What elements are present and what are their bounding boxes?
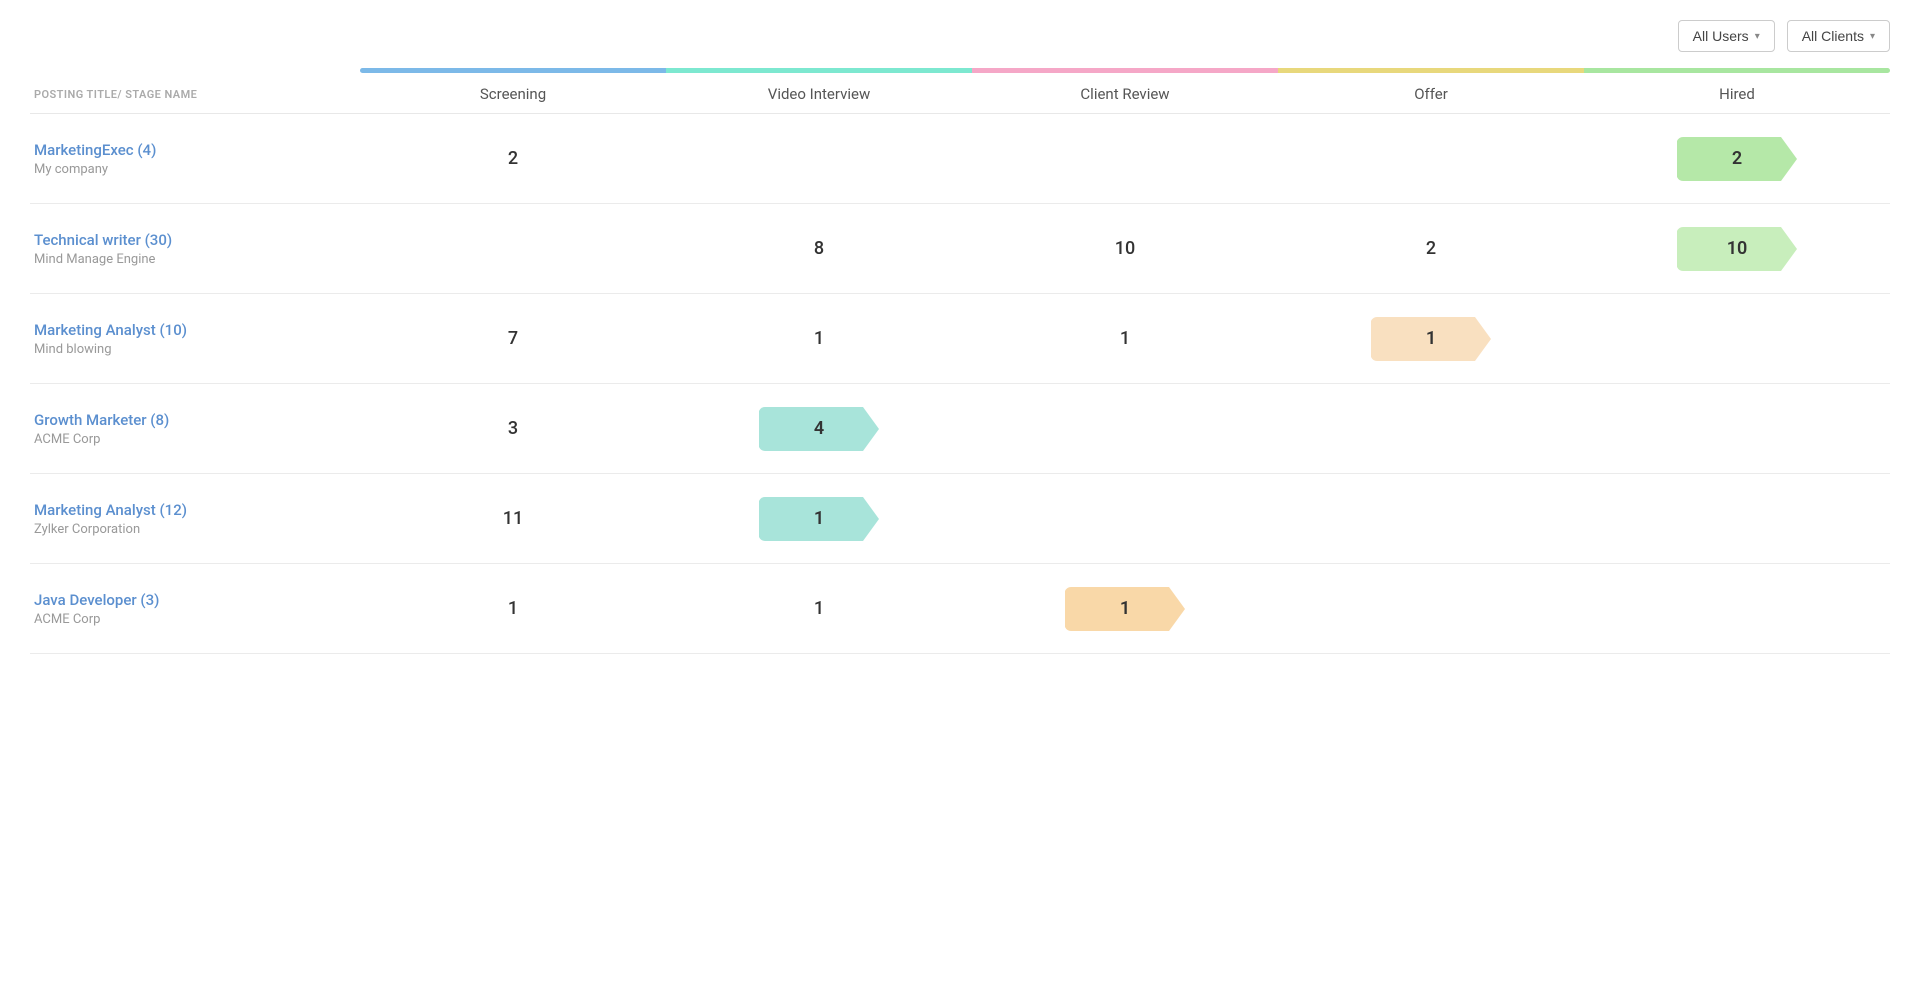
row-stage-hired: 10: [1584, 227, 1890, 271]
job-title-link[interactable]: Marketing Analyst (12): [34, 501, 187, 519]
cell-value: 2: [508, 148, 518, 169]
row-posting: Marketing Analyst (10) Mind blowing: [30, 320, 360, 357]
column-hired: Hired: [1584, 85, 1890, 103]
table-row: Marketing Analyst (10) Mind blowing 711 …: [30, 294, 1890, 384]
row-stage-video-interview: 1: [666, 328, 972, 349]
cell-value: 1: [814, 328, 824, 349]
row-stage-hired: 2: [1584, 137, 1890, 181]
table-row: Growth Marketer (8) ACME Corp 3 4: [30, 384, 1890, 474]
chevron-down-icon: ▾: [1870, 31, 1875, 42]
color-bar-client-review: [972, 68, 1278, 73]
all-users-dropdown[interactable]: All Users ▾: [1678, 20, 1775, 52]
arrow-badge[interactable]: 4: [759, 407, 879, 451]
all-clients-label: All Clients: [1802, 28, 1864, 44]
company-name: ACME Corp: [34, 612, 360, 627]
cell-value: 3: [508, 418, 518, 439]
cell-value: 1: [814, 598, 824, 619]
arrow-badge[interactable]: 1: [759, 497, 879, 541]
stage-color-bar: [360, 68, 1890, 73]
color-bar-offer: [1278, 68, 1584, 73]
badge-value: 1: [1426, 328, 1436, 349]
job-title-link[interactable]: Marketing Analyst (10): [34, 321, 187, 339]
table-row: Java Developer (3) ACME Corp 1 1 1: [30, 564, 1890, 654]
row-stage-offer: 2: [1278, 238, 1584, 259]
all-clients-dropdown[interactable]: All Clients ▾: [1787, 20, 1890, 52]
badge-value: 1: [1120, 598, 1130, 619]
job-title-link[interactable]: Java Developer (3): [34, 591, 159, 609]
company-name: Mind blowing: [34, 342, 360, 357]
row-stage-video-interview: 8: [666, 238, 972, 259]
column-client-review: Client Review: [972, 85, 1278, 103]
table-row: Technical writer (30) Mind Manage Engine…: [30, 204, 1890, 294]
row-stage-video-interview: 1: [666, 497, 972, 541]
color-bar-screening: [360, 68, 666, 73]
badge-value: 2: [1732, 148, 1742, 169]
row-posting: MarketingExec (4) My company: [30, 140, 360, 177]
all-users-label: All Users: [1693, 28, 1749, 44]
arrow-badge[interactable]: 2: [1677, 137, 1797, 181]
row-stage-video-interview: 4: [666, 407, 972, 451]
color-bar-video-interview: [666, 68, 972, 73]
company-name: Mind Manage Engine: [34, 252, 360, 267]
row-stage-screening: 1: [360, 598, 666, 619]
table-row: MarketingExec (4) My company 2 2: [30, 114, 1890, 204]
company-name: Zylker Corporation: [34, 522, 360, 537]
chevron-down-icon: ▾: [1755, 31, 1760, 42]
table-body: MarketingExec (4) My company 2 2 Technic…: [30, 114, 1890, 654]
badge-value: 4: [814, 418, 824, 439]
cell-value: 11: [503, 508, 523, 529]
row-stage-screening: 2: [360, 148, 666, 169]
job-title-link[interactable]: Technical writer (30): [34, 231, 172, 249]
company-name: My company: [34, 162, 360, 177]
row-posting: Growth Marketer (8) ACME Corp: [30, 410, 360, 447]
row-posting: Java Developer (3) ACME Corp: [30, 590, 360, 627]
row-stage-video-interview: 1: [666, 598, 972, 619]
color-bar-hired: [1584, 68, 1890, 73]
row-stage-screening: 11: [360, 508, 666, 529]
page-wrapper: All Users ▾ All Clients ▾ POSTING TITLE/…: [0, 0, 1920, 993]
column-screening: Screening: [360, 85, 666, 103]
table-row: Marketing Analyst (12) Zylker Corporatio…: [30, 474, 1890, 564]
cell-value: 1: [1120, 328, 1130, 349]
column-video-interview: Video Interview: [666, 85, 972, 103]
row-stage-client-review: 1: [972, 587, 1278, 631]
table-header: POSTING TITLE/ STAGE NAME Screening Vide…: [30, 73, 1890, 114]
row-stage-screening: 7: [360, 328, 666, 349]
cell-value: 8: [814, 238, 824, 259]
arrow-badge[interactable]: 1: [1371, 317, 1491, 361]
row-posting: Marketing Analyst (12) Zylker Corporatio…: [30, 500, 360, 537]
badge-value: 10: [1727, 238, 1748, 259]
cell-value: 2: [1426, 238, 1436, 259]
job-title-link[interactable]: Growth Marketer (8): [34, 411, 169, 429]
badge-value: 1: [814, 508, 824, 529]
cell-value: 1: [508, 598, 518, 619]
column-posting-title: POSTING TITLE/ STAGE NAME: [30, 88, 360, 101]
job-title-link[interactable]: MarketingExec (4): [34, 141, 156, 159]
cell-value: 10: [1115, 238, 1135, 259]
cell-value: 7: [508, 328, 518, 349]
column-offer: Offer: [1278, 85, 1584, 103]
row-stage-offer: 1: [1278, 317, 1584, 361]
row-stage-client-review: 1: [972, 328, 1278, 349]
arrow-badge[interactable]: 1: [1065, 587, 1185, 631]
company-name: ACME Corp: [34, 432, 360, 447]
row-stage-screening: 3: [360, 418, 666, 439]
row-stage-client-review: 10: [972, 238, 1278, 259]
arrow-badge[interactable]: 10: [1677, 227, 1797, 271]
row-posting: Technical writer (30) Mind Manage Engine: [30, 230, 360, 267]
top-bar: All Users ▾ All Clients ▾: [30, 20, 1890, 52]
